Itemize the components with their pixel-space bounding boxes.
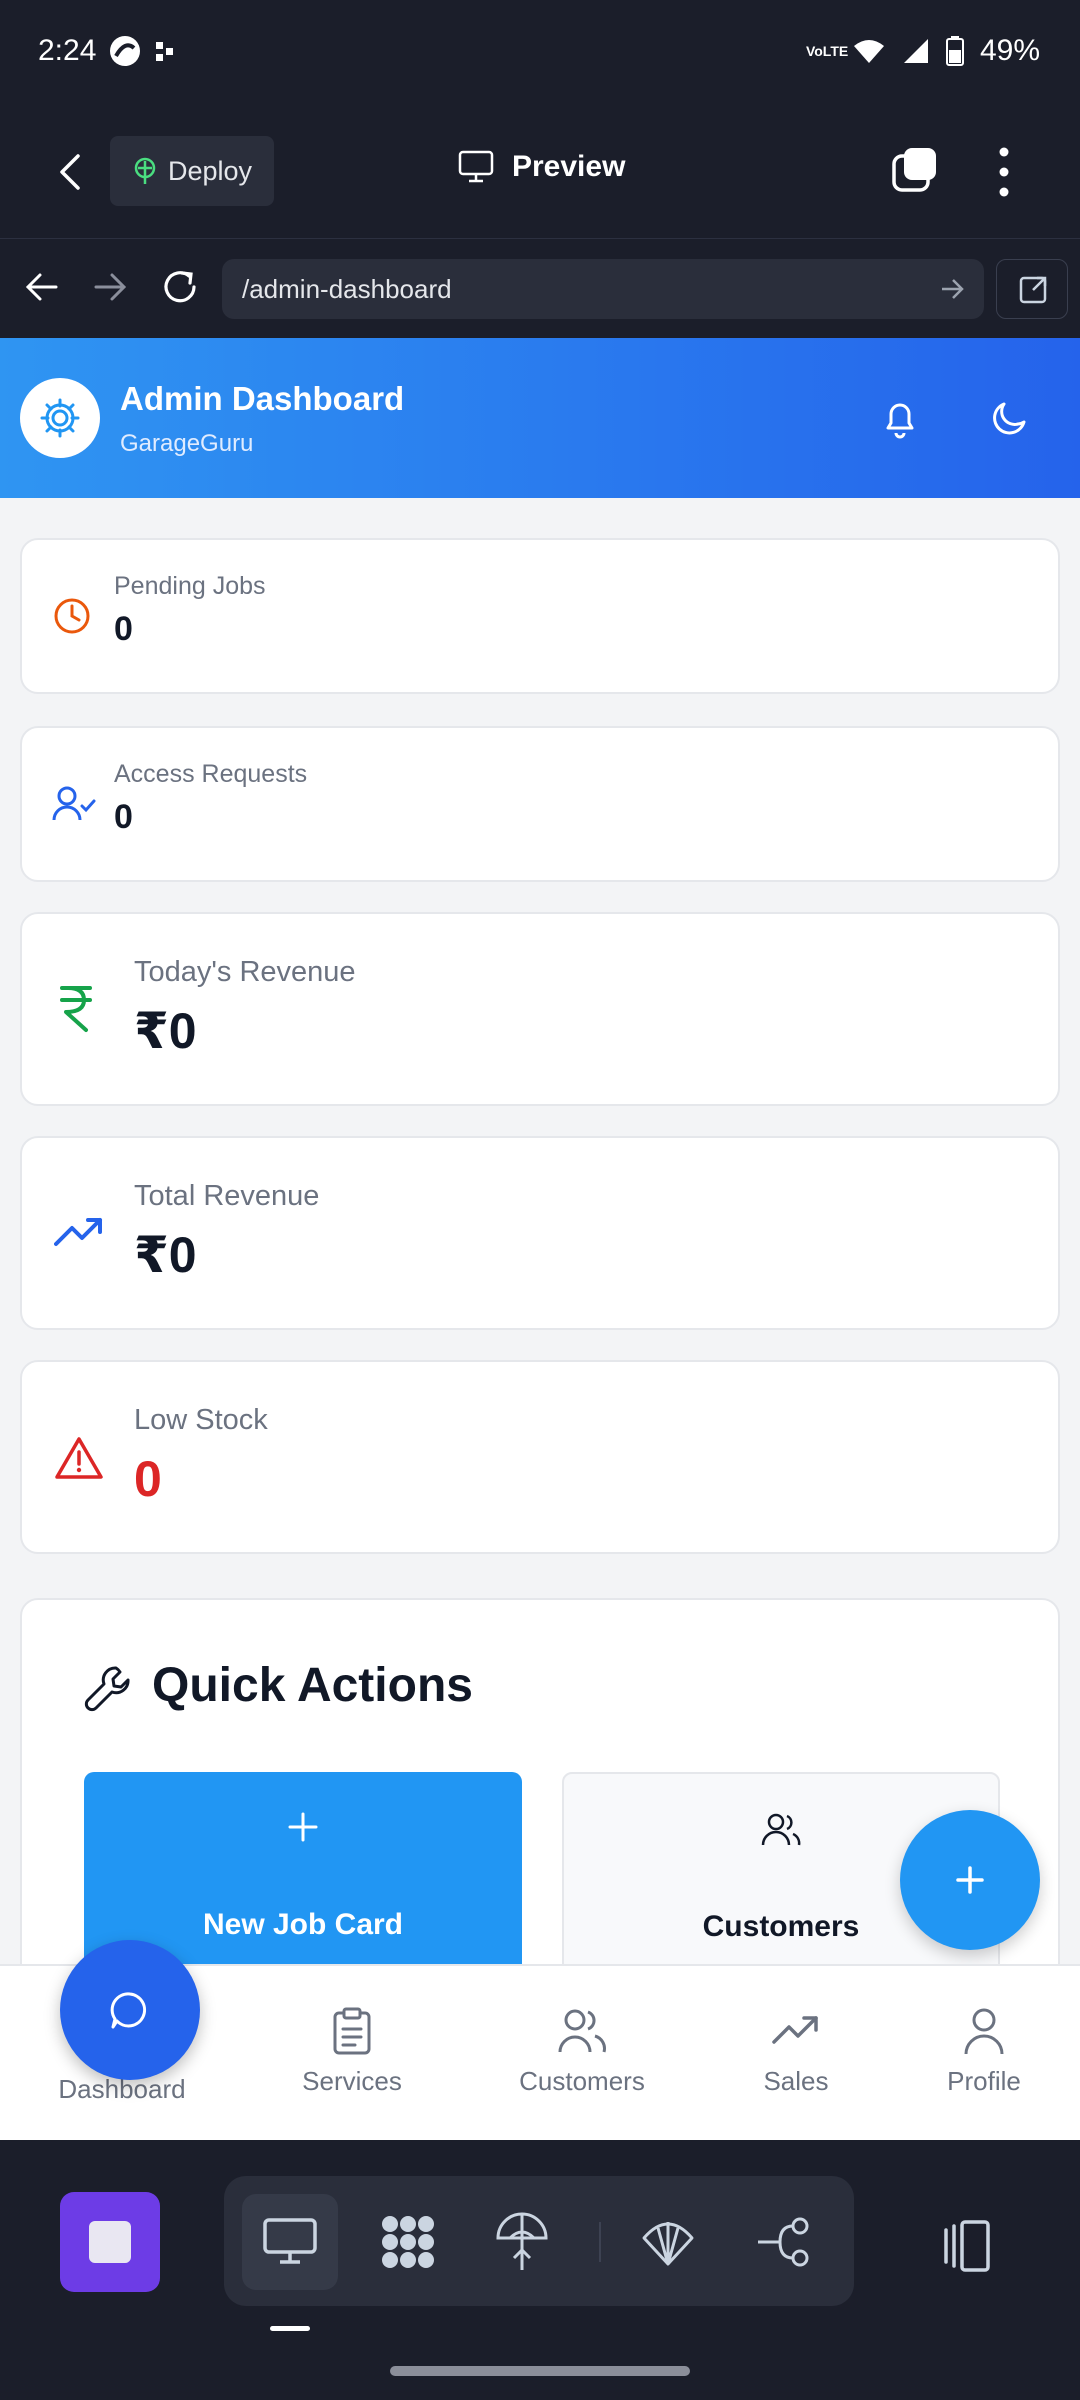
- back-arrow-icon[interactable]: [50, 150, 94, 194]
- gesture-bar[interactable]: [390, 2366, 690, 2376]
- shell-icon: [642, 2222, 694, 2266]
- stat-card-todays-revenue[interactable]: Today's Revenue ₹0: [20, 912, 1060, 1106]
- tool-group: [224, 2176, 854, 2306]
- deploy-label: Deploy: [168, 155, 253, 186]
- stat-label: Today's Revenue: [134, 956, 356, 988]
- nav-label: Profile: [947, 2066, 1021, 2096]
- plus-icon: [956, 1866, 984, 1894]
- deploy-button[interactable]: Deploy: [110, 136, 274, 206]
- square-icon: [89, 2221, 131, 2263]
- chat-bubble-icon: [110, 1992, 147, 2029]
- url-text: /admin-dashboard: [242, 274, 452, 304]
- more-vert-icon[interactable]: [994, 146, 1014, 198]
- stat-label: Access Requests: [114, 760, 308, 788]
- notification-icons: [108, 34, 176, 68]
- nav-item-sales[interactable]: Sales: [706, 2006, 886, 2097]
- stat-card-low-stock[interactable]: Low Stock 0: [20, 1360, 1060, 1554]
- wifi-icon: [853, 40, 884, 63]
- stat-label: Pending Jobs: [114, 572, 266, 600]
- system-toolbar: [0, 2140, 1080, 2400]
- nav-label: Sales: [763, 2066, 829, 2096]
- url-input[interactable]: /admin-dashboard: [222, 259, 984, 319]
- grid-dots-icon: [382, 2216, 434, 2268]
- nav-label: Customers: [519, 2066, 645, 2096]
- browser-app-bar: Deploy Preview: [0, 110, 1080, 238]
- alert-triangle-icon: [55, 1437, 103, 1479]
- stat-card-total-revenue[interactable]: Total Revenue ₹0: [20, 1136, 1060, 1330]
- dots-notification-icon: [156, 42, 173, 61]
- page-title: Admin Dashboard: [120, 380, 405, 417]
- stat-value: ₹0: [134, 1227, 197, 1283]
- shell-tool[interactable]: [620, 2194, 716, 2290]
- deploy-tool[interactable]: [474, 2194, 570, 2290]
- quick-actions-title: Quick Actions: [152, 1659, 473, 1712]
- active-tool-indicator: [270, 2326, 310, 2331]
- preview-title[interactable]: Preview: [458, 150, 625, 184]
- battery-icon: [945, 36, 964, 66]
- clipboard-icon: [333, 2007, 371, 2055]
- nav-item-services[interactable]: Services: [262, 2006, 442, 2097]
- external-link-icon: [1019, 276, 1047, 304]
- wrench-icon: [84, 1666, 130, 1712]
- user-icon: [964, 2008, 1004, 2055]
- chat-fab-button[interactable]: [60, 1940, 200, 2080]
- parachute-icon: [496, 2212, 548, 2270]
- stat-value: ₹0: [134, 1003, 197, 1059]
- monitor-icon: [458, 150, 494, 183]
- page-subtitle: GarageGuru: [120, 430, 254, 457]
- git-tool[interactable]: [736, 2194, 832, 2290]
- app-notification-icon: [110, 36, 140, 66]
- tabs-icon[interactable]: [890, 146, 940, 196]
- new-job-card-label: New Job Card: [202, 1908, 404, 1941]
- users-icon: [761, 1813, 801, 1846]
- deploy-icon: [134, 157, 156, 184]
- toolbar-divider: [599, 2222, 601, 2262]
- battery-percent: 49%: [979, 34, 1040, 67]
- trending-up-icon: [772, 2016, 818, 2044]
- stat-card-pending-jobs[interactable]: Pending Jobs 0: [20, 538, 1060, 694]
- stat-label: Total Revenue: [134, 1180, 320, 1212]
- plus-icon: [288, 1812, 318, 1842]
- app-logo: [20, 378, 100, 458]
- volte-icon: VoLTE: [805, 43, 849, 59]
- gear-icon: [40, 398, 80, 438]
- nav-forward-icon[interactable]: [88, 265, 132, 309]
- url-bar: /admin-dashboard: [0, 238, 1080, 338]
- app-switch-button[interactable]: [60, 2192, 160, 2292]
- moon-icon[interactable]: [988, 396, 1032, 440]
- open-external-button[interactable]: [996, 259, 1068, 319]
- monitor-icon: [263, 2218, 317, 2264]
- apps-tool[interactable]: [360, 2194, 456, 2290]
- quick-actions-card: Quick Actions New Job Card Customers: [20, 1598, 1060, 2018]
- stat-card-access-requests[interactable]: Access Requests 0: [20, 726, 1060, 882]
- nav-item-profile[interactable]: Profile: [894, 2006, 1074, 2097]
- nav-label: Services: [302, 2066, 402, 2096]
- branch-icon: [758, 2217, 809, 2267]
- reload-icon[interactable]: [158, 265, 202, 309]
- nav-item-customers[interactable]: Customers: [492, 2006, 672, 2097]
- system-status: VoLTE 49%: [806, 34, 1040, 68]
- clock-icon: [54, 598, 90, 634]
- desktop-tool[interactable]: [242, 2194, 338, 2290]
- bell-icon[interactable]: [878, 396, 922, 440]
- stat-value: 0: [114, 798, 133, 836]
- side-panel-icon[interactable]: [940, 2216, 1000, 2276]
- go-arrow-icon[interactable]: [938, 275, 966, 303]
- users-icon: [558, 2009, 606, 2053]
- status-time: 2:24: [38, 34, 97, 67]
- dashboard-header: Admin Dashboard GarageGuru: [0, 338, 1080, 498]
- add-fab-button[interactable]: [900, 1810, 1040, 1950]
- status-bar: 2:24 VoLTE 49%: [0, 0, 1080, 110]
- user-check-icon: [52, 786, 96, 821]
- stat-value: 0: [134, 1451, 162, 1507]
- stat-value: 0: [114, 610, 133, 648]
- signal-icon: [903, 39, 928, 63]
- nav-back-icon[interactable]: [20, 265, 64, 309]
- trending-up-icon: [54, 1218, 102, 1246]
- preview-label: Preview: [512, 150, 626, 183]
- stat-label: Low Stock: [134, 1404, 268, 1436]
- rupee-icon: [60, 986, 92, 1032]
